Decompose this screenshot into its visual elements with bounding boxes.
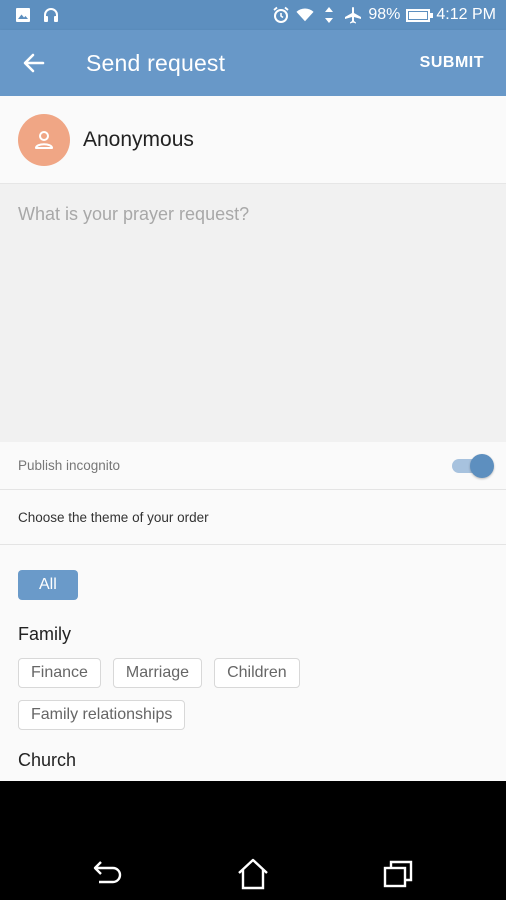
recents-icon <box>383 860 413 888</box>
clock: 4:12 PM <box>436 6 496 23</box>
back-button[interactable] <box>18 47 50 79</box>
nav-recents-button[interactable] <box>378 854 418 894</box>
person-icon <box>35 130 53 149</box>
nav-home-button[interactable] <box>233 854 273 894</box>
toggle-thumb <box>470 453 494 478</box>
submit-button[interactable]: SUBMIT <box>420 54 484 72</box>
page-title: Send request <box>86 49 226 76</box>
battery-icon <box>406 8 434 22</box>
chip-children[interactable]: Children <box>214 658 300 688</box>
status-bar: 98% 4:12 PM <box>0 0 506 30</box>
battery-fill <box>409 11 427 19</box>
family-chips: Finance Marriage Children Family relatio… <box>18 658 338 730</box>
alarm-icon <box>272 6 290 24</box>
back-nav-icon <box>93 861 122 884</box>
arrow-back-icon <box>23 53 45 73</box>
theme-group-family: Family <box>18 624 71 644</box>
user-row: Anonymous <box>0 96 506 184</box>
app-bar: Send request SUBMIT <box>0 30 506 96</box>
headset-icon <box>42 6 60 24</box>
nav-back-button[interactable] <box>88 854 128 894</box>
theme-group-church: Church <box>18 750 77 770</box>
data-icon <box>320 6 338 24</box>
wifi-icon <box>296 6 314 24</box>
navigation-bar <box>0 781 506 900</box>
theme-heading: Choose the theme of your order <box>18 509 209 525</box>
avatar <box>18 113 70 166</box>
theme-heading-row: Choose the theme of your order <box>0 490 506 545</box>
incognito-label: Publish incognito <box>18 458 121 473</box>
incognito-row: Publish incognito <box>0 442 506 490</box>
incognito-toggle[interactable] <box>450 453 494 479</box>
prayer-request-input[interactable] <box>0 184 506 442</box>
theme-list: All Family Finance Marriage Children Fam… <box>0 545 506 781</box>
home-icon <box>238 858 268 890</box>
chip-marriage[interactable]: Marriage <box>112 658 203 688</box>
all-themes-chip[interactable]: All <box>18 570 78 600</box>
airplane-icon <box>344 6 362 24</box>
chip-finance[interactable]: Finance <box>18 658 101 688</box>
user-name: Anonymous <box>83 127 194 151</box>
image-icon <box>14 6 32 24</box>
chip-family-relationships[interactable]: Family relationships <box>18 700 186 730</box>
battery-percent: 98% <box>368 6 401 23</box>
